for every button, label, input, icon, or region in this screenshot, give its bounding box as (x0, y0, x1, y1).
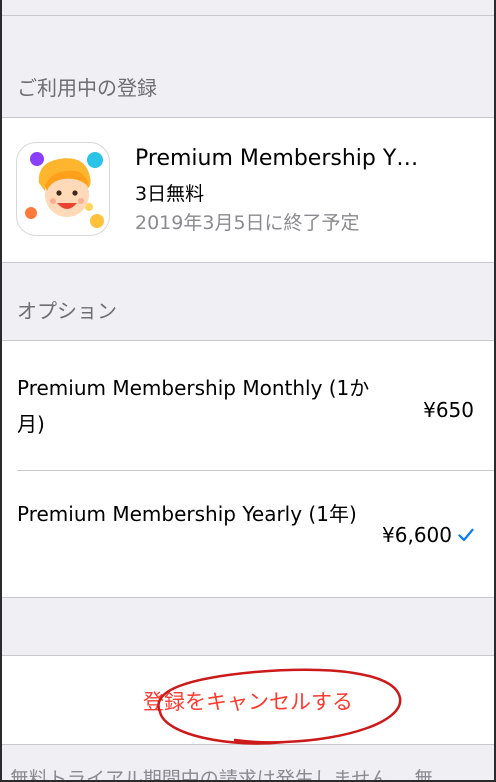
annotation-circle-icon (157, 668, 402, 745)
footer-note: 無料トライアル期間中の請求は発生しません。 無 (10, 768, 434, 782)
